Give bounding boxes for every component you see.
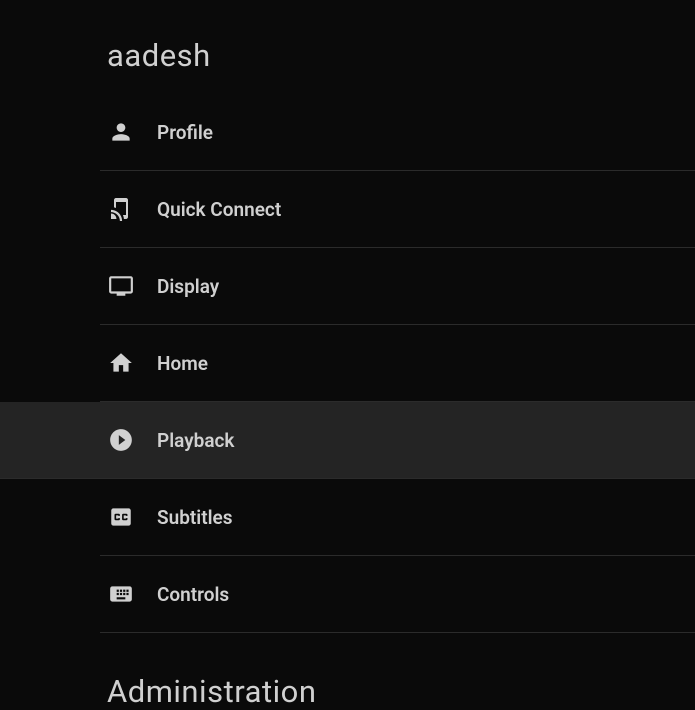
menu-item-quick-connect[interactable]: Quick Connect [100, 171, 695, 248]
menu-item-profile[interactable]: Profile [100, 94, 695, 171]
menu-item-label: Home [157, 352, 208, 375]
home-icon [107, 349, 135, 377]
menu-item-label: Subtitles [157, 506, 233, 529]
menu-item-subtitles[interactable]: Subtitles [100, 479, 695, 556]
menu-item-label: Playback [157, 429, 234, 452]
menu-item-playback[interactable]: Playback [0, 402, 695, 479]
tap-play-icon [107, 195, 135, 223]
tv-icon [107, 272, 135, 300]
menu-item-home[interactable]: Home [100, 325, 695, 402]
play-circle-icon [107, 426, 135, 454]
settings-panel: aadesh Profile Quick Connect Display Hom… [0, 0, 695, 710]
section-title-user: aadesh [0, 0, 695, 94]
cc-icon [107, 503, 135, 531]
menu-item-controls[interactable]: Controls [100, 556, 695, 633]
menu-list: Profile Quick Connect Display Home Playb [0, 94, 695, 633]
menu-item-display[interactable]: Display [100, 248, 695, 325]
menu-item-label: Controls [157, 583, 229, 606]
menu-item-label: Display [157, 275, 219, 298]
person-icon [107, 118, 135, 146]
keyboard-icon [107, 580, 135, 608]
section-title-admin: Administration [0, 633, 695, 710]
menu-item-label: Quick Connect [157, 198, 281, 221]
menu-item-label: Profile [157, 121, 213, 144]
